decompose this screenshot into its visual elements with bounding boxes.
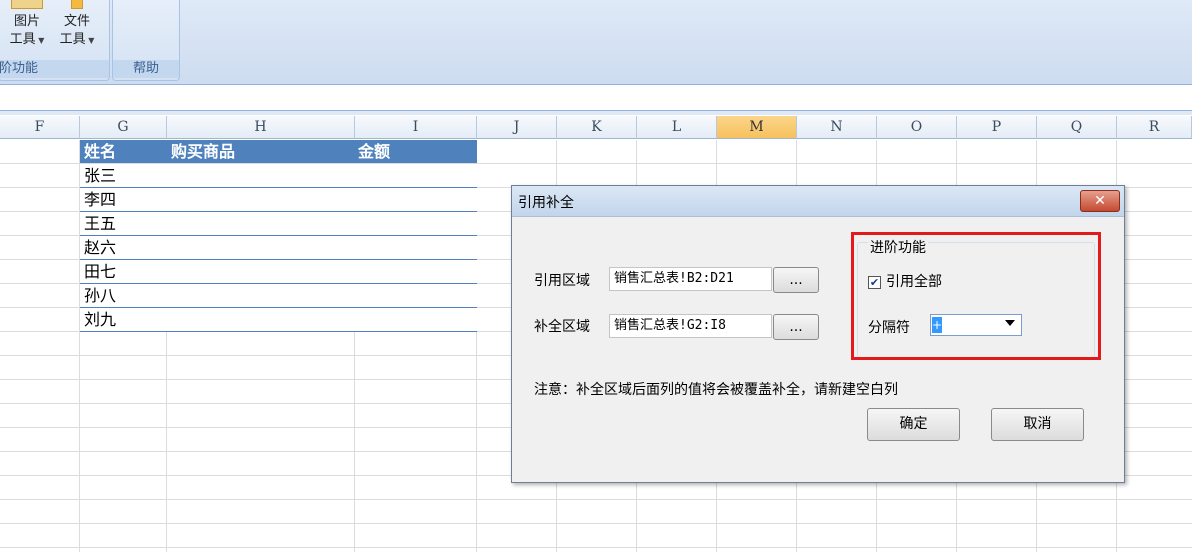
ok-button[interactable]: 确定 [867,408,960,441]
highlight-box [851,232,1101,360]
fill-range-browse-button[interactable]: ... [773,314,819,340]
table-cell[interactable]: 李四 [80,188,167,211]
note-text: 注意：补全区域后面列的值将会被覆盖补全，请新建空白列 [534,382,898,398]
table-row: 刘九 [80,308,477,332]
formula-bar-area [0,85,1192,111]
grid-hline [0,547,1192,548]
table-cell[interactable] [354,260,476,283]
table-cell[interactable] [354,212,476,235]
table-cell[interactable] [354,188,476,211]
table-row: 赵六 [80,236,477,260]
ref-range-browse-button[interactable]: ... [773,267,819,293]
column-header-i[interactable]: I [355,116,477,139]
header-amount[interactable]: 金额 [354,140,476,163]
table-cell[interactable]: 王五 [80,212,167,235]
table-cell[interactable] [354,164,476,187]
table-cell[interactable] [354,284,476,307]
ribbon-group-functions: 图片 工具 ▼ 文件 工具 ▼ 阶功能 [0,0,110,81]
dialog-titlebar[interactable]: 引用补全 ✕ [512,186,1124,217]
ribbon-group-help: 帮助 [112,0,180,81]
table-header-row: 姓名 购买商品 金额 [80,140,477,163]
table-cell[interactable]: 田七 [80,260,167,283]
table-cell[interactable] [167,164,354,187]
table-cell[interactable] [167,308,354,331]
table-row: 张三 [80,164,477,188]
table-cell[interactable] [354,236,476,259]
table-cell[interactable] [167,236,354,259]
table-row: 孙八 [80,284,477,308]
column-header-p[interactable]: P [957,116,1037,139]
column-header-q[interactable]: Q [1037,116,1117,139]
grid-hline [0,523,1192,524]
table-cell[interactable]: 赵六 [80,236,167,259]
dropdown-caret-icon: ▼ [35,36,45,45]
picture-tool-label-1: 图片 [13,14,40,29]
picture-icon [11,0,43,9]
column-header-h[interactable]: H [167,116,355,139]
column-header-n[interactable]: N [797,116,877,139]
column-header-r[interactable]: R [1117,116,1192,139]
column-header-k[interactable]: K [557,116,637,139]
picture-tool-button[interactable]: 图片 工具 ▼ [5,0,49,50]
dialog-title: 引用补全 [518,195,574,211]
header-product[interactable]: 购买商品 [167,140,354,163]
fill-range-input[interactable]: 销售汇总表!G2:I8 [609,314,772,338]
grid-hline [0,499,1192,500]
table-cell[interactable]: 刘九 [80,308,167,331]
table-cell[interactable] [167,212,354,235]
table-cell[interactable] [167,284,354,307]
fill-range-label: 补全区域 [534,319,590,335]
column-header-g[interactable]: G [80,116,167,139]
ref-range-input[interactable]: 销售汇总表!B2:D21 [609,267,772,291]
table-cell[interactable] [354,308,476,331]
dropdown-caret-icon: ▼ [85,36,95,45]
group-label-help: 帮助 [113,60,179,78]
close-icon: ✕ [1094,193,1106,209]
table-row: 王五 [80,212,477,236]
table-cell[interactable] [167,260,354,283]
table-cell[interactable]: 孙八 [80,284,167,307]
file-tool-label-2: 工具 [59,32,86,47]
column-header-o[interactable]: O [877,116,957,139]
table-row: 田七 [80,260,477,284]
column-header-m[interactable]: M [717,116,797,139]
column-header-l[interactable]: L [637,116,717,139]
fill-reference-dialog: 引用补全 ✕ 引用区域 销售汇总表!B2:D21 ... 补全区域 销售汇总表!… [511,185,1125,483]
table-cell[interactable]: 张三 [80,164,167,187]
separator [0,111,1192,115]
file-tool-label-1: 文件 [63,14,90,29]
column-header-f[interactable]: F [0,116,80,139]
ribbon: 图片 工具 ▼ 文件 工具 ▼ 阶功能 帮助 [0,0,1192,85]
header-name[interactable]: 姓名 [80,140,167,163]
ref-range-label: 引用区域 [534,273,590,289]
file-tool-button[interactable]: 文件 工具 ▼ [55,0,99,50]
file-icon [71,0,83,9]
group-label-functions: 阶功能 [0,60,109,78]
column-header-j[interactable]: J [477,116,557,139]
cancel-button[interactable]: 取消 [991,408,1084,441]
table-row: 李四 [80,188,477,212]
close-button[interactable]: ✕ [1080,190,1120,212]
picture-tool-label-2: 工具 [9,32,36,47]
table-cell[interactable] [167,188,354,211]
